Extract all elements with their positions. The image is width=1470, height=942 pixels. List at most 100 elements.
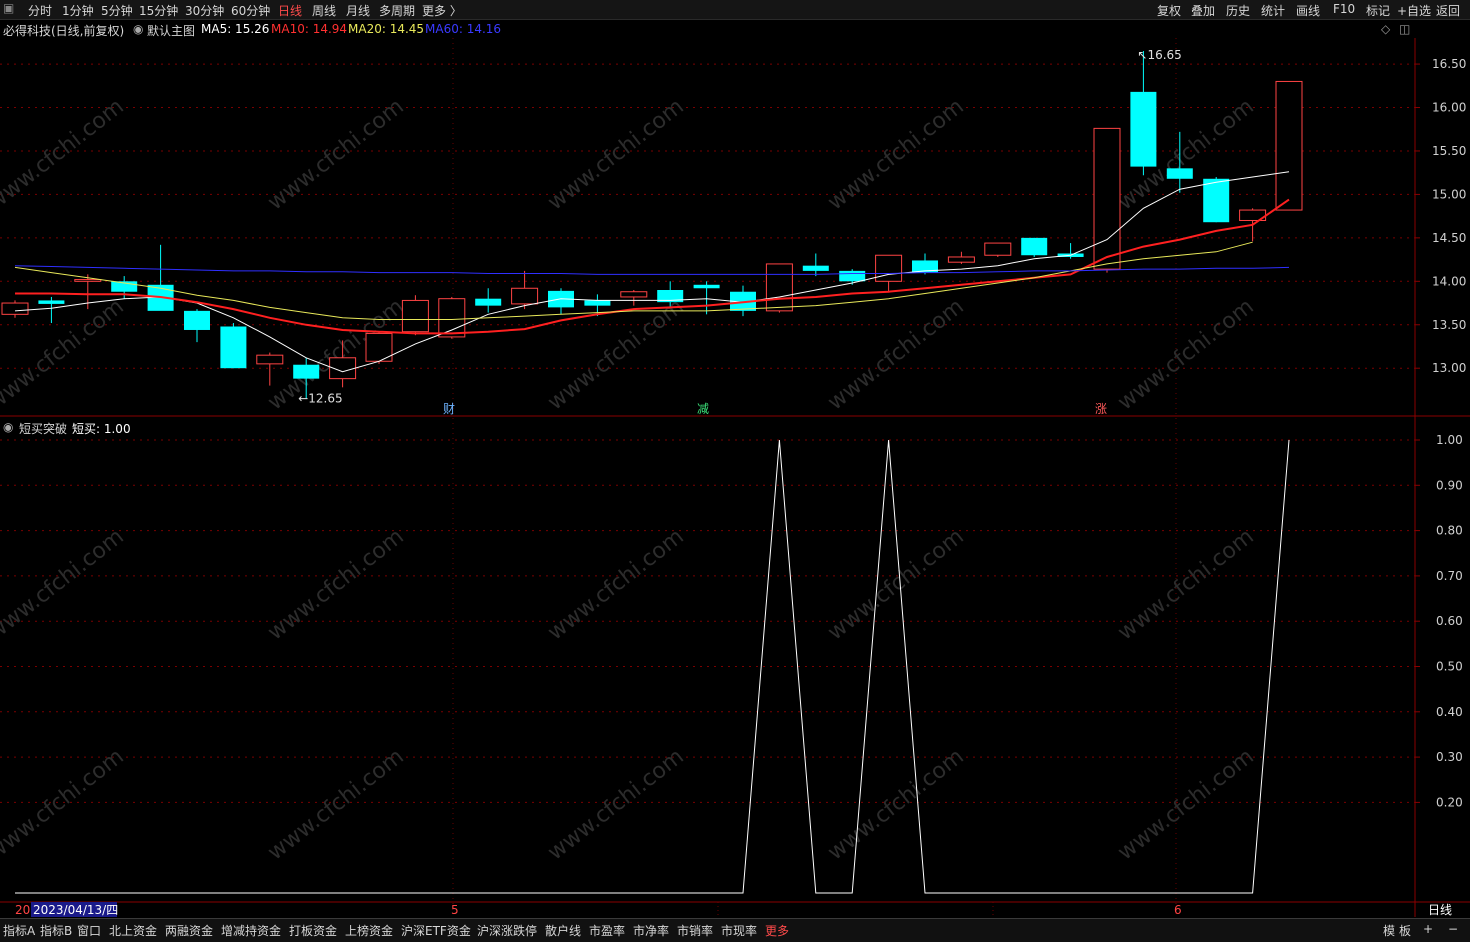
candle-body: [1166, 168, 1193, 179]
grid: [0, 38, 1470, 917]
history-button[interactable]: 历史: [1226, 2, 1250, 19]
candle-body: [839, 270, 866, 282]
tab-weekly[interactable]: 周线: [312, 2, 336, 19]
zoom-out-button[interactable]: −: [1448, 922, 1458, 936]
watermark-text: www.cfchi.com: [543, 94, 688, 215]
indicator-tick-label: 0.90: [1436, 478, 1463, 492]
price-tick-label: 16.00: [1432, 101, 1466, 115]
candle-body: [1093, 127, 1121, 270]
price-tick-label: 14.50: [1432, 231, 1466, 245]
indicator-toggle-icon[interactable]: ◉: [3, 420, 13, 434]
indicator-tick-label: 0.70: [1436, 569, 1463, 583]
candle-body: [74, 279, 102, 282]
candle-body: [584, 300, 611, 306]
indicator-tick-label: 1.00: [1436, 433, 1463, 447]
candle-body: [984, 242, 1012, 256]
high-price-label: ↖16.65: [1137, 48, 1181, 62]
indicator-tick-label: 0.80: [1436, 524, 1463, 538]
tab-indicator-a[interactable]: 指标A: [3, 922, 35, 939]
kline-chart[interactable]: www.cfchi.com www.cfchi.com www.cfchi.com w…: [0, 20, 1470, 918]
board-button[interactable]: 板: [1399, 922, 1411, 939]
tab-dragon-tiger[interactable]: 上榜资金: [345, 922, 393, 939]
tab-monthly[interactable]: 月线: [346, 2, 370, 19]
tab-holdings-change[interactable]: 增减持资金: [221, 922, 281, 939]
tab-daily[interactable]: 日线: [278, 2, 302, 19]
candle-body: [438, 298, 466, 338]
watermark-text: www.cfchi.com: [543, 524, 688, 645]
mark-button[interactable]: 标记: [1366, 2, 1390, 19]
watermark-text: www.cfchi.com: [263, 524, 408, 645]
month-label-6: 6: [1174, 903, 1182, 917]
candle-body: [293, 364, 320, 379]
candle-body: [1203, 178, 1230, 223]
overlay-button[interactable]: 叠加: [1191, 2, 1215, 19]
tab-limit-stats[interactable]: 沪深涨跌停: [477, 922, 537, 939]
price-axis: 16.50 16.00 15.50 15.00 14.50 14.00 13.50 13.00…: [15, 57, 1466, 917]
month-label-5: 5: [451, 903, 459, 917]
back-button[interactable]: 返回: [1436, 2, 1460, 19]
tab-pe[interactable]: 市盈率: [589, 922, 625, 939]
draw-button[interactable]: 画线: [1296, 2, 1320, 19]
f10-button[interactable]: F10: [1333, 2, 1355, 16]
candle-body: [693, 284, 720, 289]
candle-body: [184, 310, 210, 330]
candle-body: [511, 287, 539, 305]
fuquan-button[interactable]: 复权: [1157, 2, 1181, 19]
tab-pb[interactable]: 市净率: [633, 922, 669, 939]
tab-etf-funds[interactable]: 沪深ETF资金: [401, 922, 471, 939]
tab-5min[interactable]: 5分钟: [101, 2, 133, 19]
event-marker-reduce: 减: [697, 402, 709, 416]
indicator-value: 短买: 1.00: [72, 422, 131, 436]
markers: ↖16.65 ←12.65 财 减 涨: [298, 48, 1182, 416]
tab-more[interactable]: 更多 〉: [422, 2, 462, 19]
tab-15min[interactable]: 15分钟: [139, 2, 178, 19]
watermark-text: www.cfchi.com: [823, 744, 968, 865]
watermark-text: www.cfchi.com: [0, 524, 129, 645]
indicator-tick-label: 0.60: [1436, 614, 1463, 628]
tab-30min[interactable]: 30分钟: [185, 2, 224, 19]
candle-body: [1021, 237, 1048, 256]
tab-fenshi[interactable]: 分时: [28, 2, 52, 19]
candle-body: [802, 265, 829, 271]
menu-toggle-icon[interactable]: ▣: [3, 1, 14, 15]
tab-window[interactable]: 窗口: [77, 922, 101, 939]
zoom-in-button[interactable]: +: [1423, 922, 1433, 936]
tab-retail-line[interactable]: 散户线: [545, 922, 581, 939]
indicator-tick-label: 0.40: [1436, 705, 1463, 719]
stats-button[interactable]: 统计: [1261, 2, 1285, 19]
candle-body: [1130, 91, 1157, 167]
watermark: www.cfchi.com www.cfchi.com www.cfchi.com w…: [0, 94, 1259, 865]
candle-body: [875, 254, 903, 282]
price-tick-label: 16.50: [1432, 57, 1466, 71]
tab-northbound[interactable]: 北上资金: [109, 922, 157, 939]
indicator-tick-label: 0.50: [1436, 660, 1463, 674]
indicator-name[interactable]: 短买突破: [19, 420, 67, 437]
tab-indicator-b[interactable]: 指标B: [40, 922, 72, 939]
event-marker-rise: 涨: [1095, 401, 1107, 416]
price-tick-label: 15.50: [1432, 144, 1466, 158]
add-watchlist-button[interactable]: +自选: [1397, 2, 1431, 19]
candle-body: [1, 302, 29, 315]
tab-pcf[interactable]: 市现率: [721, 922, 757, 939]
period-label: 日线: [1428, 903, 1452, 917]
tab-more-indicators[interactable]: 更多: [765, 922, 789, 939]
indicator-tick-label: 0.30: [1436, 750, 1463, 764]
date-cursor-label: 2023/04/13/四: [33, 903, 118, 917]
date-axis-prefix: 20: [15, 903, 30, 917]
event-marker-finance: 财: [443, 402, 455, 416]
indicator-title: ◉ 短买突破 短买: 1.00: [0, 418, 1415, 436]
tab-limit-up-funds[interactable]: 打板资金: [289, 922, 337, 939]
tab-60min[interactable]: 60分钟: [231, 2, 270, 19]
tab-margin[interactable]: 两融资金: [165, 922, 213, 939]
watermark-text: www.cfchi.com: [1113, 744, 1258, 865]
template-button[interactable]: 模: [1383, 922, 1395, 939]
watermark-text: www.cfchi.com: [823, 294, 968, 415]
watermark-text: www.cfchi.com: [1113, 294, 1258, 415]
candle-body: [1275, 80, 1303, 211]
watermark-text: www.cfchi.com: [823, 94, 968, 215]
tab-multi-period[interactable]: 多周期: [379, 2, 415, 19]
watermark-text: www.cfchi.com: [1113, 524, 1258, 645]
indicator-tick-label: 0.20: [1436, 795, 1463, 809]
tab-1min[interactable]: 1分钟: [62, 2, 94, 19]
tab-ps[interactable]: 市销率: [677, 922, 713, 939]
